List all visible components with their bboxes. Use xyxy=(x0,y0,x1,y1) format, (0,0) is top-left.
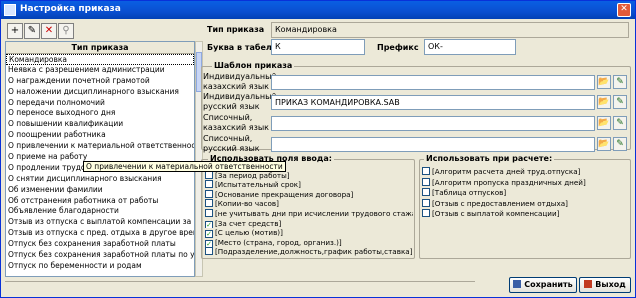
list-item[interactable]: Командировка xyxy=(6,54,194,65)
list-header[interactable]: Тип приказа xyxy=(6,42,194,54)
save-label: Сохранить xyxy=(524,280,573,289)
list-item[interactable]: Объявление благодарности xyxy=(6,206,194,217)
exit-icon xyxy=(584,280,593,288)
add-button[interactable]: + xyxy=(7,23,23,39)
close-button[interactable]: ✕ xyxy=(617,3,631,17)
edit-template-icon[interactable]: ✎ xyxy=(613,75,627,89)
fields-checkbox[interactable]: [Копии-во часов] xyxy=(205,199,413,209)
template-label: Списочный, казахский язык xyxy=(203,113,270,132)
edit-template-icon[interactable]: ✎ xyxy=(613,95,627,109)
checkbox-box[interactable] xyxy=(422,188,430,197)
list-item[interactable]: Отзыв из отпуска с выплатой компенсации … xyxy=(6,217,194,228)
settings-window: Настройка приказа ✕ + ✎ ✕ ⚲ Тип приказа … xyxy=(0,0,636,298)
list-item[interactable]: О повышении квалификации xyxy=(6,119,194,130)
list-item[interactable]: Неявка с разрешением администрации xyxy=(6,65,194,76)
fields-checkbox[interactable]: [не учитывать дни при исчислении трудово… xyxy=(205,209,413,219)
checkbox-box[interactable] xyxy=(422,177,430,186)
list-item[interactable]: О награждении почетной грамотой xyxy=(6,76,194,87)
fields-checkbox[interactable]: [Подразделение,должность,график работы,с… xyxy=(205,247,413,257)
checkbox-box[interactable] xyxy=(422,167,430,175)
checkbox-label: [Основание прекращения договора] xyxy=(215,189,354,199)
open-folder-icon[interactable]: 📂 xyxy=(597,116,611,130)
fields-checkbox[interactable]: ✓ [С целью (мотив)] xyxy=(205,228,413,238)
template-field[interactable] xyxy=(271,137,595,152)
type-field: Командировка xyxy=(271,22,629,38)
title-bar[interactable]: Настройка приказа ✕ xyxy=(1,1,635,19)
exit-label: Выход xyxy=(595,280,626,289)
checkbox-label: [С целью (мотив)] xyxy=(215,228,283,238)
list-item[interactable]: О поощрении работника xyxy=(6,130,194,141)
calc-checkbox[interactable]: [Таблица отпусков] xyxy=(422,188,629,198)
list-item[interactable]: Отпуск по беременности и родам xyxy=(6,261,194,272)
status-bar xyxy=(5,281,475,295)
floppy-icon xyxy=(513,280,522,288)
checkbox-label: [Место (страна, город, организ.)] xyxy=(215,237,342,247)
template-label: Индивидуальный, казахский язык xyxy=(203,72,280,91)
fields-checkbox[interactable]: ✓ [За счет средств] xyxy=(205,219,413,229)
checkbox-label: [Подразделение,должность,график работы,с… xyxy=(215,247,413,257)
fields-checkbox[interactable]: [Испытательный срок] xyxy=(205,180,413,190)
list-item[interactable]: Отпуск без сохранения заработной платы п… xyxy=(6,250,194,261)
list-item[interactable]: О передачи полномочий xyxy=(6,98,194,109)
checkbox-label: [Отзыв с предоставлением отдыха] xyxy=(432,198,568,208)
template-field[interactable] xyxy=(271,75,595,90)
window-title: Настройка приказа xyxy=(20,4,121,14)
letter-label: Буква в табеле xyxy=(207,43,278,52)
type-label: Тип приказа xyxy=(207,25,265,34)
save-button[interactable]: Сохранить xyxy=(509,277,577,293)
open-folder-icon[interactable]: 📂 xyxy=(597,137,611,151)
checkbox-box[interactable] xyxy=(205,189,213,198)
checkbox-label: [Отзыв с выплатой компенсации] xyxy=(432,209,560,219)
delete-button[interactable]: ✕ xyxy=(41,23,57,39)
edit-button[interactable]: ✎ xyxy=(24,23,40,39)
checkbox-box[interactable] xyxy=(422,209,430,218)
order-type-list[interactable]: Тип приказа Командировка Неявка с разреше… xyxy=(5,41,195,277)
exit-button[interactable]: Выход xyxy=(579,277,631,293)
checkbox-label: [Испытательный срок] xyxy=(215,180,301,190)
checkbox-label: [Алгоритм расчета дней труд.отпуска] xyxy=(432,167,581,176)
prefix-field[interactable]: ОК- xyxy=(424,39,516,55)
checkbox-label: [За счет средств] xyxy=(215,218,282,228)
list-item[interactable]: Отзыв из отпуска с пред. отдыха в другое… xyxy=(6,228,194,239)
calc-checkbox[interactable]: [Отзыв с выплатой компенсации] xyxy=(422,209,629,219)
edit-template-icon[interactable]: ✎ xyxy=(613,137,627,151)
checkbox-label: [Таблица отпусков] xyxy=(432,188,507,198)
calc-checkbox[interactable]: [Алгоритм пропуска праздничных дней] xyxy=(422,177,629,188)
template-label: Списочный, русский язык xyxy=(203,134,260,153)
checkbox-box[interactable] xyxy=(205,199,213,208)
list-item[interactable]: О снятии дисциплинарного взыскания xyxy=(6,174,194,185)
checkbox-box[interactable] xyxy=(205,209,213,217)
list-item[interactable]: О наложении дисциплинарного взыскания xyxy=(6,87,194,98)
calc-title: Использовать при расчете: xyxy=(424,154,555,164)
calc-checkbox[interactable]: [Алгоритм расчета дней труд.отпуска] xyxy=(422,167,629,177)
fields-checkbox[interactable]: [За период работы] xyxy=(205,170,413,181)
list-item[interactable]: Об отстранения работника от работы xyxy=(6,196,194,207)
checkbox-box[interactable] xyxy=(205,247,213,256)
find-button[interactable]: ⚲ xyxy=(58,23,74,39)
app-icon xyxy=(4,4,16,16)
list-item[interactable]: Об изменении фамилии xyxy=(6,185,194,196)
checkbox-label: [Алгоритм пропуска праздничных дней] xyxy=(432,177,586,187)
letter-field[interactable]: К xyxy=(271,39,365,55)
calc-checkbox[interactable]: [Отзыв с предоставлением отдыха] xyxy=(422,198,629,209)
template-label: Индивидуальный, русский язык xyxy=(203,92,280,111)
list-item[interactable]: Отпуск без сохранения заработной платы xyxy=(6,239,194,250)
open-folder-icon[interactable]: 📂 xyxy=(597,75,611,89)
checkbox-label: [Копии-во часов] xyxy=(215,199,279,209)
template-field[interactable] xyxy=(271,116,595,131)
list-item[interactable]: О переносе выходного дня xyxy=(6,108,194,119)
prefix-label: Префикс xyxy=(377,43,419,52)
tooltip: О привлечении к материальной ответственн… xyxy=(83,161,286,172)
checkbox-box[interactable] xyxy=(205,180,213,189)
template-group-title: Шаблон приказа xyxy=(212,61,295,71)
template-field[interactable]: ПРИКАЗ КОМАНДИРОВКА.SAB xyxy=(271,95,595,110)
fields-checkbox[interactable]: ✓ [Место (страна, город, организ.)] xyxy=(205,238,413,248)
checkbox-label: [не учитывать дни при исчислении трудово… xyxy=(215,209,413,218)
checkbox-box[interactable] xyxy=(422,198,430,207)
edit-template-icon[interactable]: ✎ xyxy=(613,116,627,130)
fields-checkbox[interactable]: [Основание прекращения договора] xyxy=(205,189,413,200)
open-folder-icon[interactable]: 📂 xyxy=(597,95,611,109)
list-item[interactable]: О привлечении к материальной ответственн… xyxy=(6,141,194,152)
